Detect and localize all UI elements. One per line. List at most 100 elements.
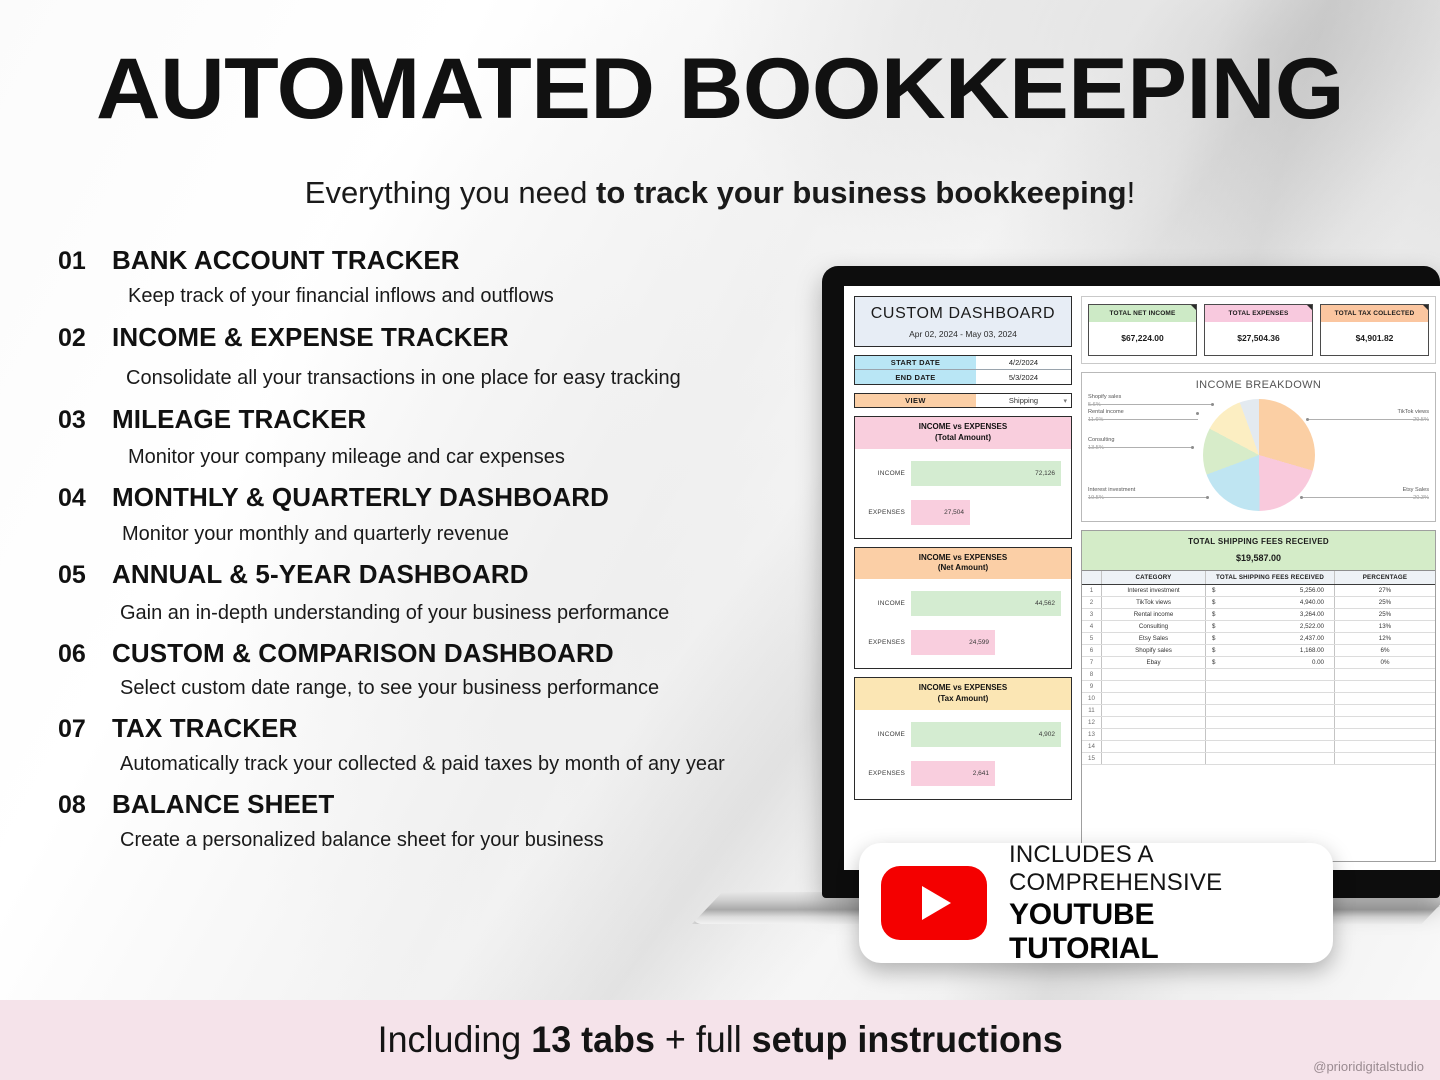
row-category (1102, 753, 1206, 764)
panel-title: INCOME vs EXPENSES (918, 683, 1008, 693)
row-index: 6 (1082, 645, 1102, 656)
row-currency: $ (1212, 623, 1216, 630)
spreadsheet-dashboard: CUSTOM DASHBOARD Apr 02, 2024 - May 03, … (844, 286, 1440, 870)
row-index: 12 (1082, 717, 1102, 728)
row-category (1102, 705, 1206, 716)
column-header-index (1082, 571, 1102, 584)
expenses-bar-row: EXPENSES 2,641 (859, 760, 1063, 786)
row-percentage: 12% (1378, 635, 1392, 642)
row-index: 2 (1082, 597, 1102, 608)
feature-item: 05 ANNUAL & 5-YEAR DASHBOARD Gain an in-… (58, 559, 798, 625)
pie-label-value: 20.3% (1413, 495, 1429, 502)
play-triangle-icon (922, 886, 951, 920)
row-index: 15 (1082, 753, 1102, 764)
income-label: INCOME (877, 469, 905, 477)
row-percentage (1335, 705, 1435, 716)
row-percentage: 13% (1378, 623, 1392, 630)
row-amount: 5,256.00 (1299, 587, 1324, 594)
income-vs-expenses-tax: INCOME vs EXPENSES (Tax Amount) INCOME 4… (854, 677, 1072, 800)
expenses-label: EXPENSES (868, 769, 905, 777)
view-dropdown[interactable]: Shipping ▾ (975, 394, 1071, 407)
row-category (1102, 717, 1206, 728)
row-percentage (1335, 717, 1435, 728)
expenses-label: EXPENSES (868, 508, 905, 516)
feature-desc: Gain an in-depth understanding of your b… (120, 602, 670, 624)
youtube-tutorial-badge[interactable]: INCLUDES A COMPREHENSIVE YOUTUBE TUTORIA… (859, 840, 1333, 965)
youtube-badge-line1: INCLUDES A COMPREHENSIVE (1009, 840, 1223, 896)
pie-leader-dot (1306, 418, 1309, 421)
table-row[interactable]: 7 Ebay $0.00 0% (1082, 657, 1435, 669)
table-row[interactable]: 9 (1082, 681, 1435, 693)
table-row[interactable]: 13 (1082, 729, 1435, 741)
end-date-row: END DATE 5/3/2024 (855, 370, 1071, 384)
row-fee (1206, 693, 1335, 704)
income-bar-row: INCOME 4,902 (859, 721, 1063, 747)
feature-desc: Monitor your monthly and quarterly reven… (122, 523, 509, 545)
pie-label-value: 29.5% (1413, 417, 1429, 424)
row-fee (1206, 729, 1335, 740)
row-amount: 4,940.00 (1299, 599, 1324, 606)
row-fee (1206, 681, 1335, 692)
feature-title: MILEAGE TRACKER (112, 404, 367, 434)
feature-title: TAX TRACKER (112, 713, 298, 743)
table-row[interactable]: 2 TikTok views $4,940.00 25% (1082, 597, 1435, 609)
custom-dashboard-header: CUSTOM DASHBOARD Apr 02, 2024 - May 03, … (854, 296, 1072, 347)
feature-item: 08 BALANCE SHEET Create a personalized b… (58, 789, 798, 852)
panel-title: INCOME vs EXPENSES (918, 422, 1008, 431)
row-currency: $ (1212, 647, 1216, 654)
youtube-badge-line2: YOUTUBE TUTORIAL (1009, 897, 1159, 965)
row-percentage (1335, 741, 1435, 752)
row-category (1102, 669, 1206, 680)
table-row[interactable]: 15 (1082, 753, 1435, 765)
pie-label-consulting: Consulting 13.5% (1088, 436, 1114, 453)
feature-item: 07 TAX TRACKER Automatically track your … (58, 713, 798, 776)
dashboard-left-column: CUSTOM DASHBOARD Apr 02, 2024 - May 03, … (854, 296, 1072, 862)
table-row[interactable]: 8 (1082, 669, 1435, 681)
table-row[interactable]: 4 Consulting $2,522.00 13% (1082, 621, 1435, 633)
table-row[interactable]: 6 Shopify sales $1,168.00 6% (1082, 645, 1435, 657)
feature-number: 07 (58, 715, 86, 743)
pie-leader-line (1088, 419, 1198, 420)
start-date-row: START DATE 4/2/2024 (855, 356, 1071, 370)
table-row[interactable]: 1 Interest investment $5,256.00 27% (1082, 585, 1435, 597)
start-date-value[interactable]: 4/2/2024 (975, 356, 1071, 369)
income-bar: 4,902 (911, 721, 1061, 747)
row-fee (1206, 741, 1335, 752)
feature-desc: Create a personalized balance sheet for … (120, 829, 604, 851)
view-label: VIEW (855, 394, 976, 407)
kpi-card-total-expenses: TOTAL EXPENSES $27,504.36 (1204, 304, 1313, 356)
table-row[interactable]: 14 (1082, 741, 1435, 753)
table-row[interactable]: 3 Rental income $3,264.00 25% (1082, 609, 1435, 621)
income-bar: 44,562 (911, 591, 1061, 617)
kpi-strip: TOTAL NET INCOME $67,224.00 TOTAL EXPENS… (1081, 296, 1436, 364)
dashboard-date-range: Apr 02, 2024 - May 03, 2024 (909, 329, 1017, 339)
table-row[interactable]: 10 (1082, 693, 1435, 705)
feature-title: BANK ACCOUNT TRACKER (112, 245, 460, 275)
row-index: 11 (1082, 705, 1102, 716)
row-percentage: 6% (1380, 647, 1390, 654)
row-currency: $ (1212, 635, 1216, 642)
row-fee: $3,264.00 (1206, 609, 1335, 620)
subtitle-plain: Everything you need (304, 175, 597, 210)
kpi-label: TOTAL TAX COLLECTED (1321, 305, 1428, 322)
feature-title: BALANCE SHEET (112, 789, 335, 819)
pie-leader-line (1088, 447, 1193, 448)
shipping-fees-table: TOTAL SHIPPING FEES RECEIVED $19,587.00 … (1081, 530, 1436, 862)
row-category: Etsy Sales (1102, 633, 1206, 644)
row-amount: 1,168.00 (1299, 647, 1324, 654)
feature-desc: Automatically track your collected & pai… (120, 753, 725, 775)
table-row[interactable]: 11 (1082, 705, 1435, 717)
row-fee: $0.00 (1206, 657, 1335, 668)
pie-label-value: 13.5% (1088, 445, 1104, 452)
end-date-value[interactable]: 5/3/2024 (975, 370, 1071, 384)
shipping-header: TOTAL SHIPPING FEES RECEIVED $19,587.00 (1082, 531, 1435, 570)
row-fee (1206, 705, 1335, 716)
pie-leader-line (1088, 404, 1213, 405)
table-row[interactable]: 12 (1082, 717, 1435, 729)
pie-label-interest: Interest investment 19.5% (1088, 486, 1135, 503)
row-index: 7 (1082, 657, 1102, 668)
table-row[interactable]: 5 Etsy Sales $2,437.00 12% (1082, 633, 1435, 645)
row-index: 4 (1082, 621, 1102, 632)
pie-wrap (1202, 399, 1315, 511)
end-date-label: END DATE (855, 370, 976, 384)
